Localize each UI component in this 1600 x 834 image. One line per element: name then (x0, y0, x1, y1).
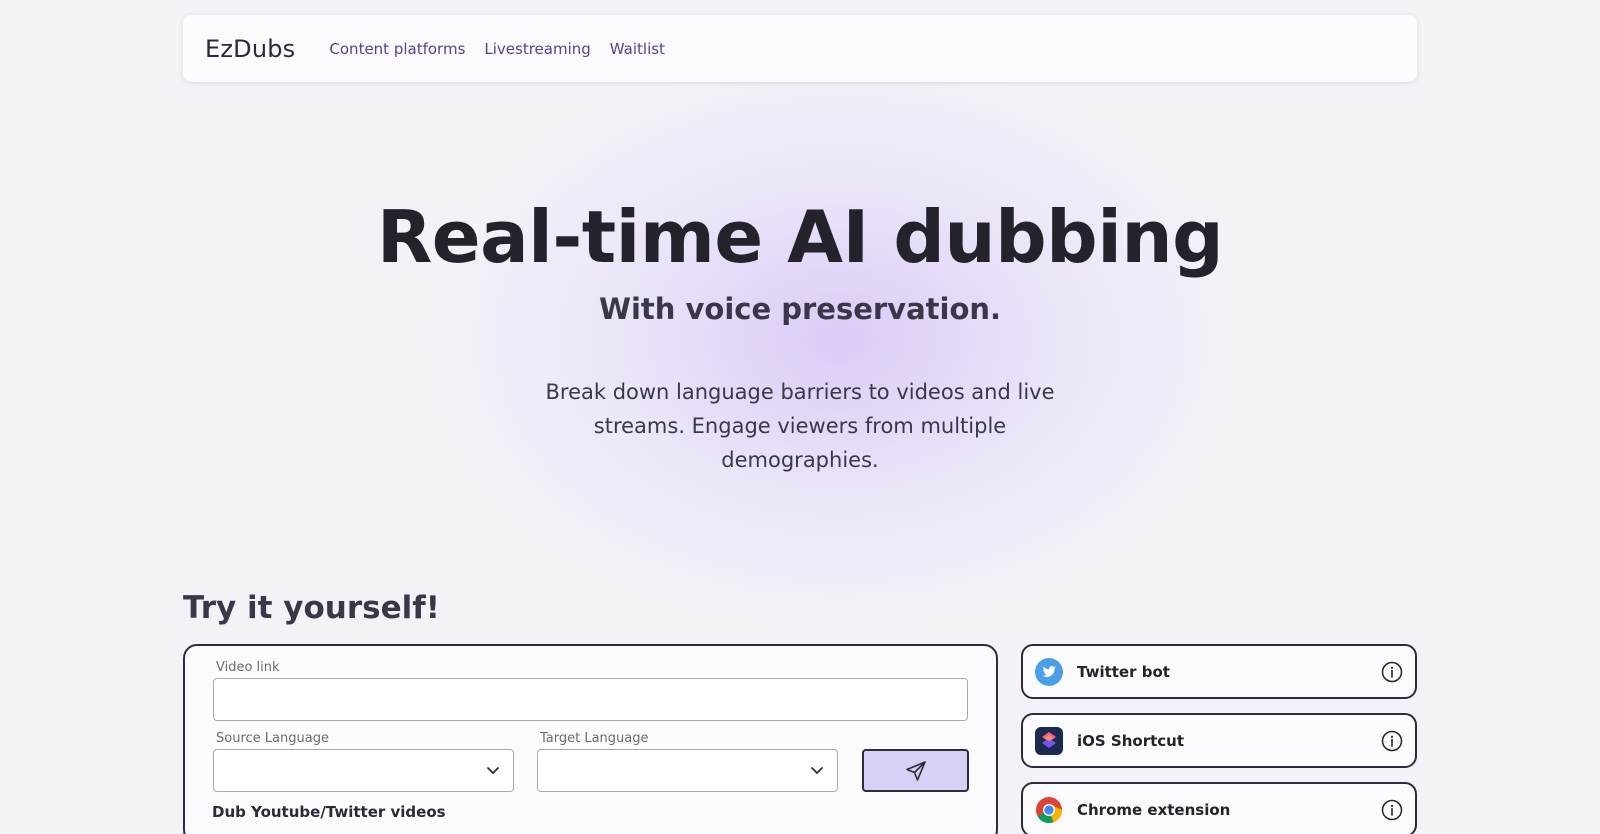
info-icon[interactable] (1381, 661, 1403, 683)
hero-title: Real-time AI dubbing (376, 195, 1224, 279)
form-caption: Dub Youtube/Twitter videos (212, 803, 446, 821)
video-link-input[interactable] (213, 678, 968, 721)
hero-glow-background (440, 60, 1240, 620)
brand-logo[interactable]: EzDubs (205, 35, 295, 63)
send-button[interactable] (862, 749, 969, 792)
ios-shortcut-card[interactable]: iOS Shortcut (1021, 713, 1417, 768)
target-language-select[interactable] (537, 749, 838, 792)
chevron-down-icon (811, 767, 823, 774)
info-icon[interactable] (1381, 730, 1403, 752)
chrome-icon (1036, 796, 1062, 823)
twitter-bot-label: Twitter bot (1077, 662, 1170, 681)
shortcuts-icon (1035, 726, 1063, 755)
video-link-label: Video link (216, 660, 280, 675)
nav-link-waitlist[interactable]: Waitlist (610, 40, 665, 58)
chevron-down-icon (487, 767, 499, 774)
dub-video-form: Video link Source Language Target Langua… (183, 644, 998, 834)
target-language-label: Target Language (540, 731, 649, 746)
send-icon (905, 760, 926, 781)
info-icon[interactable] (1381, 799, 1403, 821)
twitter-icon (1035, 657, 1063, 686)
ios-shortcut-label: iOS Shortcut (1077, 731, 1185, 750)
chrome-extension-label: Chrome extension (1077, 800, 1231, 819)
nav-link-content-platforms[interactable]: Content platforms (329, 40, 465, 58)
hero-description: Break down language barriers to videos a… (545, 380, 1055, 472)
top-navbar: EzDubs Content platforms Livestreaming W… (183, 15, 1417, 82)
chrome-extension-card[interactable]: Chrome extension (1021, 782, 1417, 834)
try-it-heading: Try it yourself! (183, 590, 440, 626)
twitter-bot-card[interactable]: Twitter bot (1021, 644, 1417, 699)
source-language-select[interactable] (213, 749, 514, 792)
source-language-label: Source Language (216, 731, 329, 746)
hero-subtitle: With voice preservation. (598, 292, 1002, 326)
nav-link-livestreaming[interactable]: Livestreaming (484, 40, 590, 58)
